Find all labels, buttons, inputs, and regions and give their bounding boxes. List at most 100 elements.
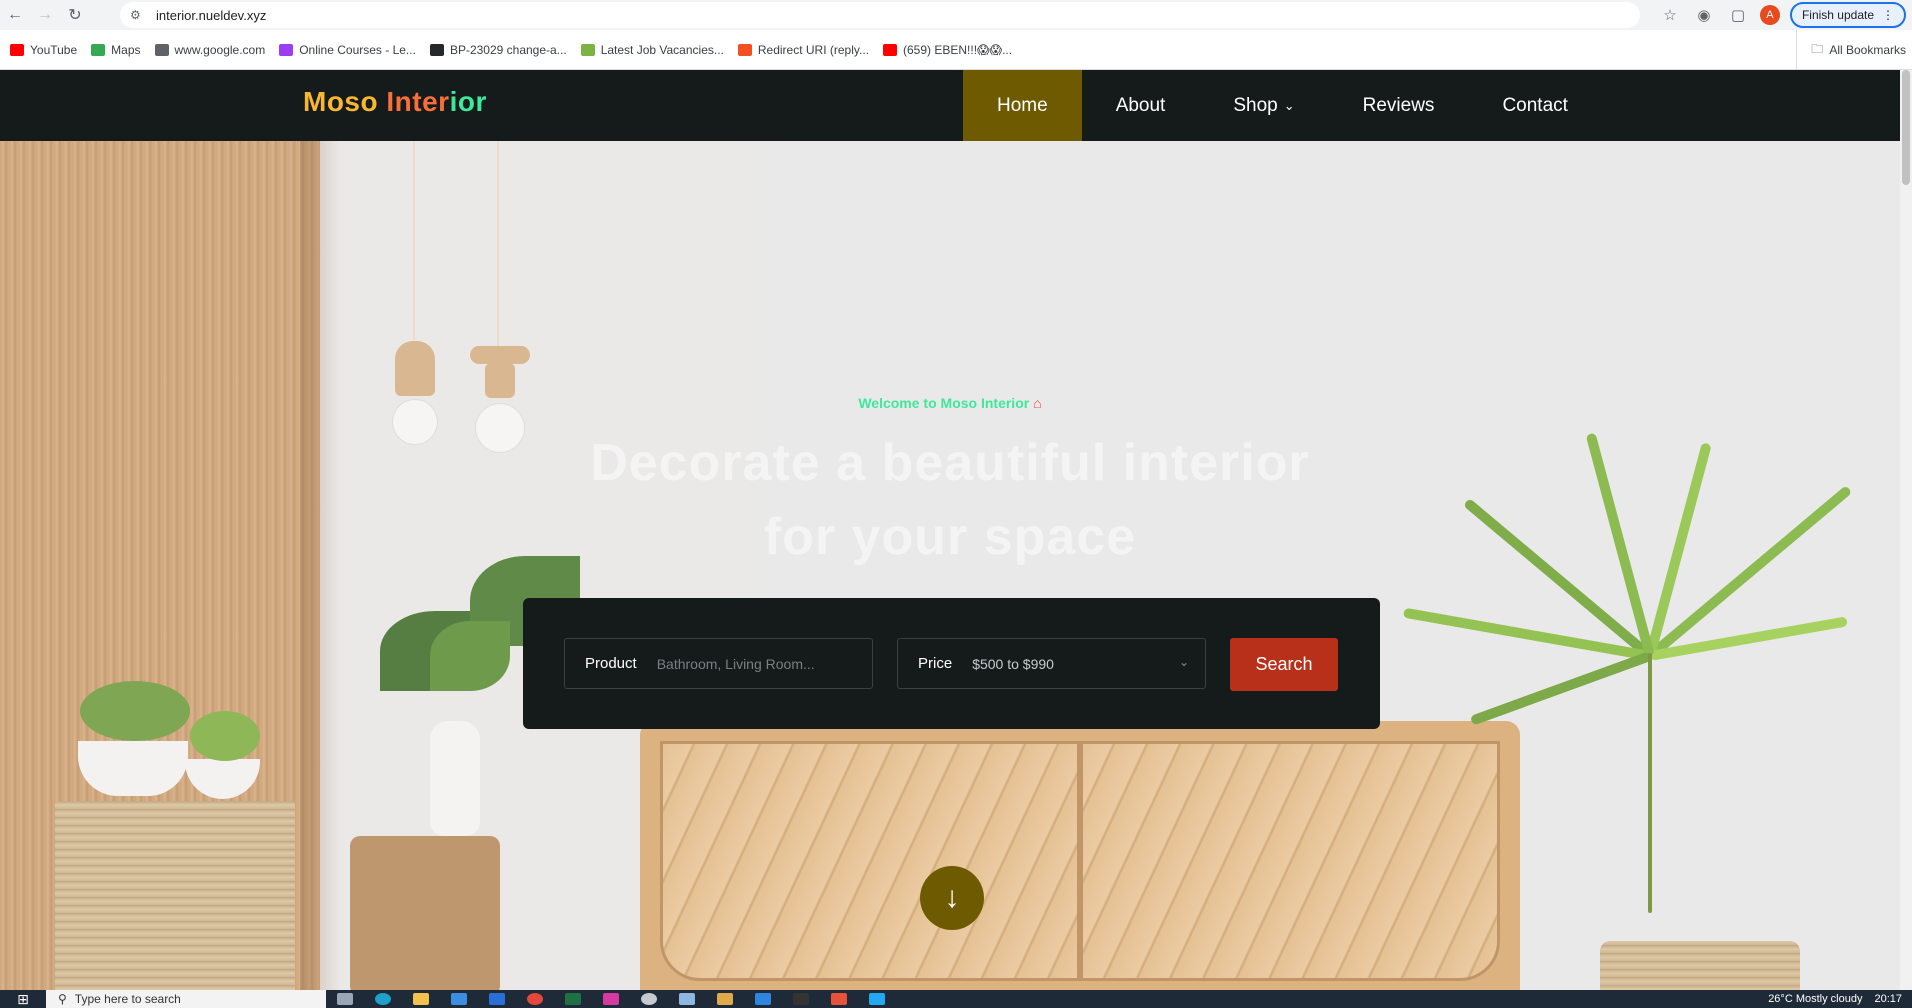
bookmark-favicon-icon xyxy=(91,43,106,56)
more-vert-icon: ⋮ xyxy=(1882,8,1894,22)
bookmark-item[interactable]: Online Courses - Le... xyxy=(279,43,416,57)
url-text: interior.nueldev.xyz xyxy=(156,7,267,23)
paint-icon[interactable] xyxy=(706,990,744,1008)
bookmark-item[interactable]: www.google.com xyxy=(154,42,266,57)
bookmark-item[interactable]: YouTube xyxy=(10,43,77,57)
terminal-icon[interactable] xyxy=(782,990,820,1008)
headline-line-2: for your space xyxy=(763,508,1137,566)
excel-icon[interactable] xyxy=(554,990,592,1008)
site-navbar: Moso Interior Home About Shop ⌄ Reviews C… xyxy=(0,70,1900,141)
taskbar-search-placeholder: Type here to search xyxy=(74,992,181,1006)
bookmark-label: (659) EBEN!!!😱😱... xyxy=(903,42,1013,57)
bookmark-label: Maps xyxy=(111,42,141,57)
browser-toolbar: ← → ↻ ⚙ interior.nueldev.xyz ☆ ◉ ▢ A Fin… xyxy=(0,0,1912,30)
scroll-down-button[interactable]: ↓ xyxy=(920,866,984,930)
all-bookmarks-button[interactable]: 🗀 All Bookmarks xyxy=(1796,30,1906,70)
bookmark-favicon-icon xyxy=(279,43,294,56)
product-search-panel: Product Bathroom, Living Room... Price $… xyxy=(523,598,1380,729)
hero-section: Welcome to Moso Interior ⌂ Decorate a bea… xyxy=(0,141,1900,990)
all-bookmarks-label: All Bookmarks xyxy=(1829,43,1906,57)
logo-word-moso: Moso xyxy=(303,86,379,117)
bookmark-label: YouTube xyxy=(30,42,78,57)
menu-item-home[interactable]: Home xyxy=(963,70,1082,141)
bookmark-favicon-icon xyxy=(580,43,595,56)
bookmark-label: www.google.com xyxy=(174,42,266,57)
bookmark-item[interactable]: BP-23029 change-a... xyxy=(429,42,567,57)
app-icon[interactable] xyxy=(668,990,706,1008)
bookmark-item[interactable]: (659) EBEN!!!😱😱... xyxy=(883,43,1012,57)
logo-word-ior: ior xyxy=(449,86,487,117)
back-icon[interactable]: ← xyxy=(0,1,30,29)
price-select[interactable]: Price $500 to $990 ⌄ xyxy=(897,638,1206,689)
bookmark-label: Redirect URI (reply... xyxy=(757,42,870,57)
page-scrollbar[interactable] xyxy=(1900,70,1912,990)
menu-label: Reviews xyxy=(1362,94,1435,116)
clock-text[interactable]: 20:17 xyxy=(1874,993,1902,1005)
windows-taskbar: ⊞ ⚲ Type here to search 26°C Mostly clou… xyxy=(0,990,1912,1008)
forward-icon[interactable]: → xyxy=(30,1,60,29)
vscode-icon[interactable] xyxy=(858,990,896,1008)
site-settings-icon[interactable]: ⚙ xyxy=(130,8,144,22)
chevron-down-icon: ⌄ xyxy=(1283,97,1295,113)
weather-text[interactable]: 26°C Mostly cloudy xyxy=(1768,993,1862,1005)
menu-label: Home xyxy=(997,94,1048,116)
folder-icon: 🗀 xyxy=(1811,41,1824,56)
bookmark-label: Latest Job Vacancies... xyxy=(600,42,724,57)
profile-avatar[interactable]: A xyxy=(1759,5,1780,25)
main-menu: Home About Shop ⌄ Reviews Contact xyxy=(963,70,1602,141)
menu-label: About xyxy=(1115,94,1166,116)
hero-tagline: Welcome to Moso Interior ⌂ xyxy=(0,395,1900,411)
bookmark-favicon-icon xyxy=(429,43,444,56)
task-view-icon[interactable] xyxy=(326,990,364,1008)
menu-item-reviews[interactable]: Reviews xyxy=(1329,70,1469,141)
product-label: Product xyxy=(585,655,637,672)
extensions-icon[interactable]: ▢ xyxy=(1726,3,1750,27)
product-input[interactable]: Bathroom, Living Room... xyxy=(657,656,815,672)
app-icon[interactable] xyxy=(744,990,782,1008)
file-explorer-icon[interactable] xyxy=(402,990,440,1008)
arrow-down-icon: ↓ xyxy=(944,881,960,914)
website-viewport: Moso Interior Home About Shop ⌄ Reviews C… xyxy=(0,70,1900,990)
menu-item-contact[interactable]: Contact xyxy=(1468,70,1601,141)
search-button[interactable]: Search xyxy=(1230,638,1338,691)
home-icon: ⌂ xyxy=(1033,395,1042,411)
hero-headline: Decorate a beautiful interior for your s… xyxy=(0,426,1900,574)
star-icon[interactable]: ☆ xyxy=(1658,3,1682,27)
logo-word-inter: Inter xyxy=(386,86,450,117)
price-label: Price xyxy=(918,655,953,672)
address-bar[interactable]: ⚙ interior.nueldev.xyz xyxy=(120,2,1640,28)
bookmark-favicon-icon xyxy=(737,43,752,56)
bookmark-item[interactable]: Maps xyxy=(91,42,141,57)
bookmark-favicon-icon xyxy=(154,43,169,56)
reload-icon[interactable]: ↻ xyxy=(60,1,90,29)
bookmark-favicon-icon xyxy=(10,43,24,56)
bookmark-label: Online Courses - Le... xyxy=(299,42,416,57)
menu-item-shop[interactable]: Shop ⌄ xyxy=(1199,70,1328,141)
store-icon[interactable] xyxy=(440,990,478,1008)
finish-update-label: Finish update xyxy=(1801,8,1874,22)
taskbar-search[interactable]: ⚲ Type here to search xyxy=(46,990,326,1008)
bookmark-favicon-icon xyxy=(883,43,898,56)
system-tray: 26°C Mostly cloudy 20:17 xyxy=(1768,990,1902,1008)
product-field[interactable]: Product Bathroom, Living Room... xyxy=(564,638,873,689)
settings-icon[interactable] xyxy=(630,990,668,1008)
windows-start-icon[interactable]: ⊞ xyxy=(0,990,46,1008)
headline-line-1: Decorate a beautiful interior xyxy=(590,434,1310,492)
intellij-icon[interactable] xyxy=(592,990,630,1008)
edge-icon[interactable] xyxy=(364,990,402,1008)
scrollbar-thumb[interactable] xyxy=(1902,70,1910,185)
bookmark-item[interactable]: Redirect URI (reply... xyxy=(737,42,870,57)
finish-update-button[interactable]: Finish update ⋮ xyxy=(1789,2,1906,28)
menu-item-about[interactable]: About xyxy=(1082,70,1200,141)
mail-icon[interactable] xyxy=(478,990,516,1008)
bookmark-item[interactable]: Latest Job Vacancies... xyxy=(580,42,724,57)
search-icon: ⚲ xyxy=(58,992,67,1006)
chevron-down-icon: ⌄ xyxy=(1178,655,1189,669)
site-logo[interactable]: Moso Interior xyxy=(303,86,487,118)
app-icon[interactable] xyxy=(820,990,858,1008)
bookmarks-bar: YouTube Maps www.google.com Online Courses … xyxy=(0,30,1912,70)
tagline-text: Welcome to Moso Interior xyxy=(858,395,1030,411)
chrome-icon[interactable] xyxy=(516,990,554,1008)
bookmark-label: BP-23029 change-a... xyxy=(449,42,567,57)
camera-icon[interactable]: ◉ xyxy=(1692,3,1716,27)
